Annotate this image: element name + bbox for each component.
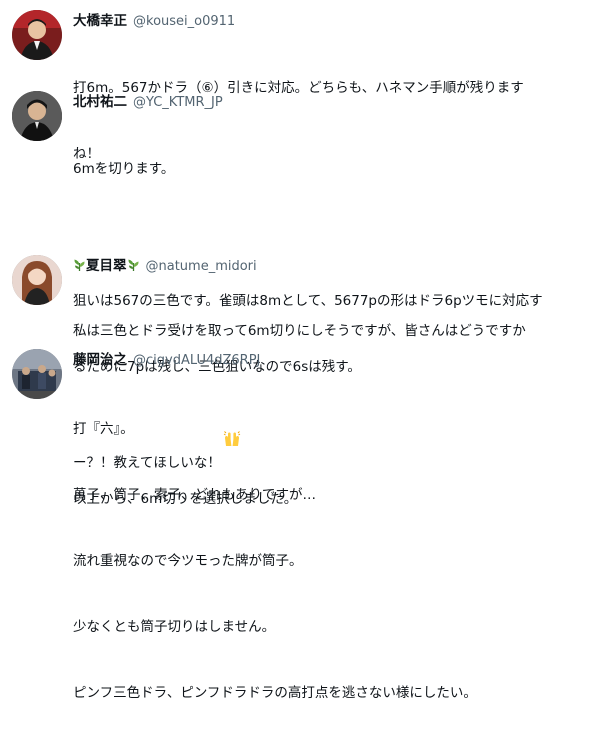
user-handle[interactable]: @kousei_o0911 [133, 14, 235, 29]
post-text-line: 少なくとも筒子切りはしません。 [73, 619, 276, 635]
avatar[interactable] [12, 10, 62, 60]
post-header: 大橋幸正 @kousei_o0911 [73, 11, 235, 31]
user-handle[interactable]: @YC_KTMR_JP [133, 95, 223, 110]
display-name[interactable]: 北村祐二 [73, 94, 127, 110]
herb-emoji-icon [127, 258, 140, 272]
post-text-line: 萬子、筒子、索子、どれもありですが… [73, 487, 316, 503]
display-name[interactable]: 大橋幸正 [73, 13, 127, 29]
post-text-line: 6mを切ります。 [73, 161, 175, 177]
display-name[interactable]: 藤岡治之 [73, 352, 127, 368]
herb-emoji-icon [73, 258, 86, 272]
post-text-line: 私は三色とドラ受けを取って6m切りにしそうですが、皆さんはどうですか [73, 323, 526, 339]
post-text-line: ピンフ三色ドラ、ピンフドラドラの高打点を逃さない様にしたい。 [73, 685, 477, 701]
user-handle[interactable]: @cigvdALU4dZ6RPJ [133, 353, 260, 368]
user-handle[interactable]: @natume_midori [146, 259, 257, 274]
avatar[interactable] [12, 91, 62, 141]
post-header: 北村祐二 @YC_KTMR_JP [73, 92, 223, 112]
post-text: 打『六』。 萬子、筒子、索子、どれもありですが… 流れ重視なので今ツモった牌が筒… [73, 374, 585, 748]
display-name[interactable]: 夏目翠 [86, 258, 127, 274]
avatar[interactable] [12, 255, 62, 305]
post-text-line: 流れ重視なので今ツモった牌が筒子。 [73, 553, 303, 569]
post-header: 藤岡治之 @cigvdALU4dZ6RPJ [73, 350, 260, 370]
post-text-line [73, 224, 585, 246]
post-header: 夏目翠 @natume_midori [73, 256, 257, 276]
post-text-line: 打『六』。 [73, 421, 134, 437]
avatar[interactable] [12, 349, 62, 399]
